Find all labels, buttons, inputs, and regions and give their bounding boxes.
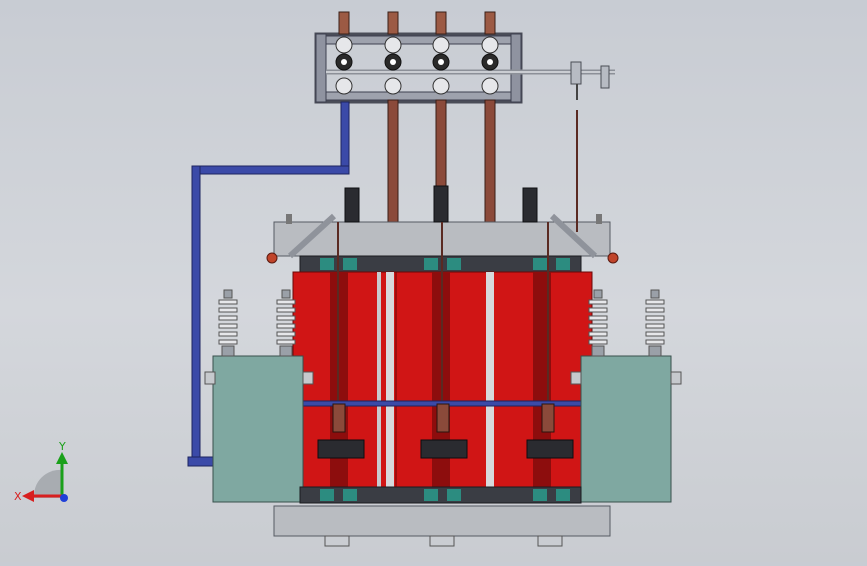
triad-shade: [33, 469, 62, 498]
triad-y-label: Y: [58, 440, 66, 453]
triad-x-label: X: [14, 490, 22, 503]
tap-blocks: [317, 439, 574, 459]
orientation-triad: Y X: [14, 440, 68, 503]
transformer-model[interactable]: [0, 0, 867, 562]
core-lower-yoke: [299, 486, 582, 504]
z-axis-icon: [60, 494, 68, 502]
core-upper-yoke: [299, 255, 582, 273]
busbar-rack: [314, 32, 615, 104]
hv-bushings: [344, 185, 538, 223]
cad-viewport[interactable]: [0, 0, 867, 562]
base-frame: [273, 505, 611, 547]
rack-insulators: [335, 11, 499, 95]
